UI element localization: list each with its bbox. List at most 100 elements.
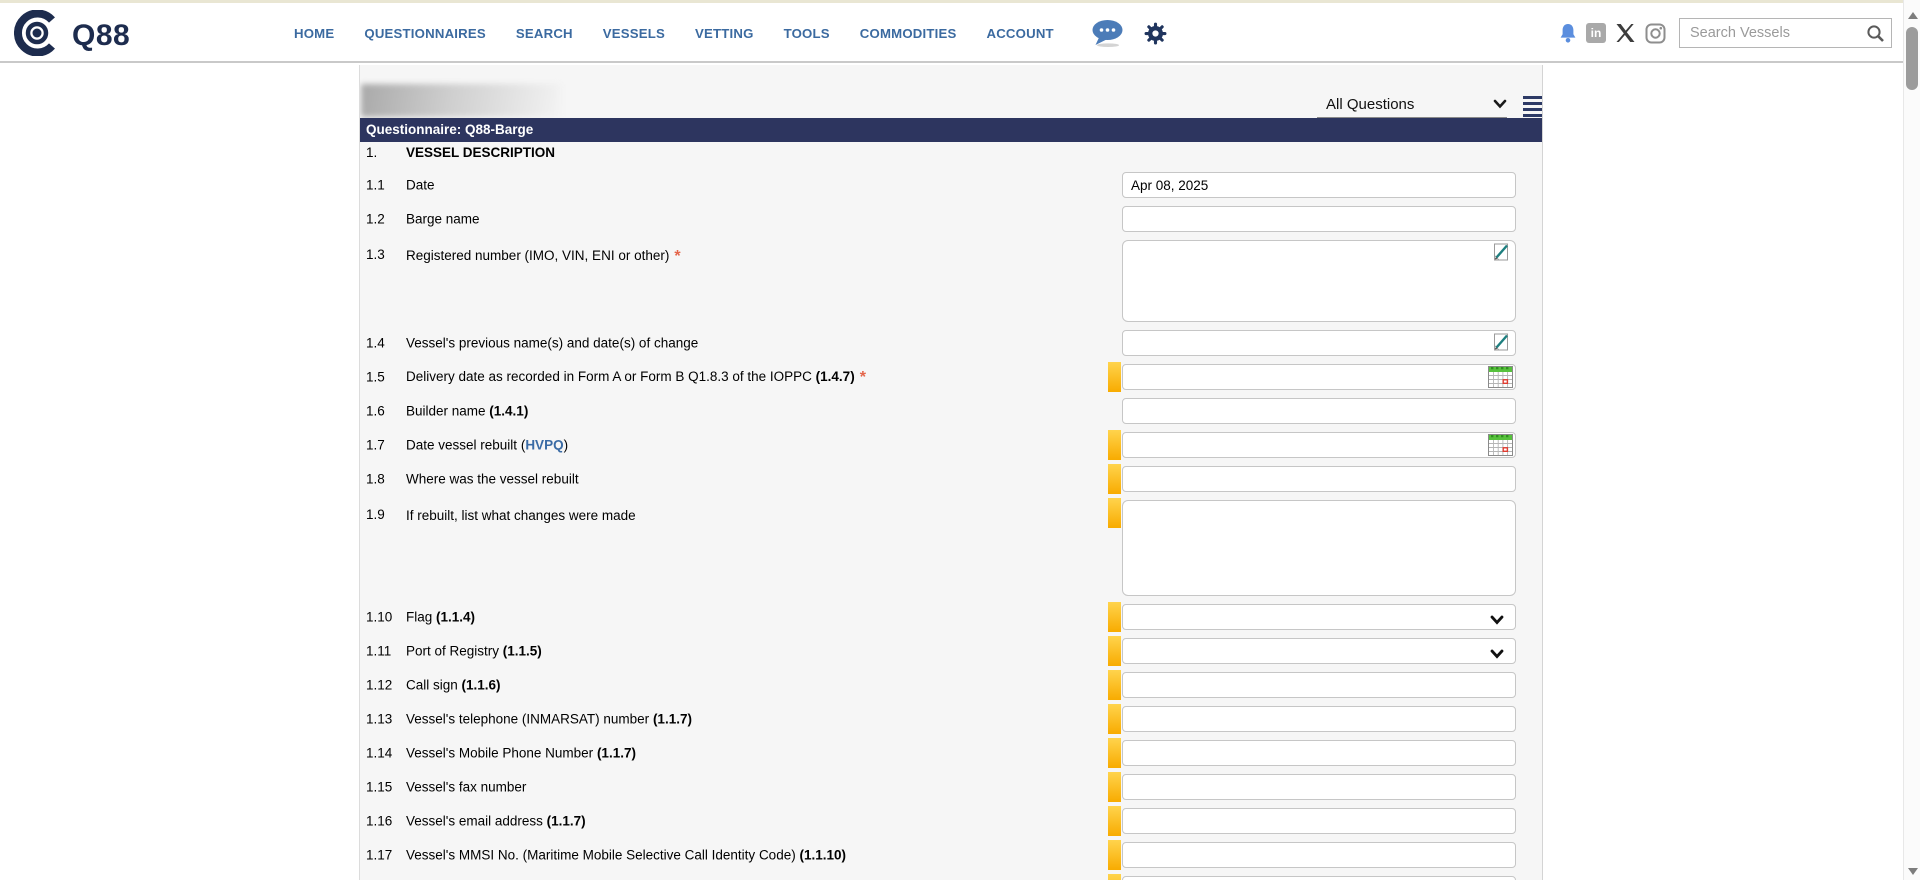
question-row: 1.8 Where was the vessel rebuilt [360,466,1542,492]
edit-note-icon[interactable] [1491,242,1511,267]
pending-field-marker [1108,806,1121,836]
question-filter-select[interactable]: All Questions [1317,91,1507,118]
q-1.11-select[interactable] [1122,638,1516,664]
q-1.12-input[interactable] [1122,672,1516,698]
q-1.17-input[interactable] [1122,842,1516,868]
q-1.7-date-input[interactable] [1122,432,1516,458]
notification-bell-icon[interactable] [1559,23,1577,44]
question-row: 1.6 Builder name (1.4.1) [360,398,1542,424]
question-number: 1.14 [366,746,392,761]
pending-field-marker [1108,464,1121,494]
nav-item-commodities[interactable]: COMMODITIES [860,26,957,41]
nav-item-home[interactable]: HOME [294,26,334,41]
q-1.6-input[interactable] [1122,398,1516,424]
page-scrollbar[interactable] [1903,0,1920,880]
nav-item-vessels[interactable]: VESSELS [603,26,665,41]
question-row: 1.2Barge name [360,206,1542,232]
nav-item-account[interactable]: ACCOUNT [986,26,1053,41]
logo-text: Q88 [72,19,130,53]
nav-item-vetting[interactable]: VETTING [695,26,754,41]
pending-field-marker [1108,840,1121,870]
question-row: 1.1Date [360,172,1542,198]
section-title: VESSEL DESCRIPTION [406,145,555,160]
pending-field-marker [1108,362,1121,392]
pending-field-marker [1108,874,1121,880]
scrollbar-down-arrow-icon[interactable] [1908,868,1918,875]
question-row: 1.13Vessel's telephone (INMARSAT) number… [360,706,1542,732]
pending-field-marker [1108,704,1121,734]
calendar-icon[interactable] [1488,366,1513,393]
chat-bubble-icon[interactable] [1090,19,1126,48]
question-row: 1.16 Vessel's email address (1.1.7) [360,808,1542,834]
q-1.15-input[interactable] [1122,774,1516,800]
question-number: 1.2 [366,212,385,227]
q88-logo[interactable]: Q88 [14,10,130,61]
question-label: Builder name (1.4.1) [406,403,1066,420]
section-heading: 1. VESSEL DESCRIPTION [360,145,1542,165]
hamburger-menu-icon[interactable] [1523,96,1543,120]
calendar-icon[interactable] [1488,434,1513,461]
question-number: 1.6 [366,404,385,419]
question-number: 1.5 [366,370,385,385]
question-label: Where was the vessel rebuilt [406,471,1066,488]
q-1.1-input[interactable] [1122,172,1516,198]
pending-field-marker [1108,602,1121,632]
q-1.9-textarea[interactable] [1122,500,1516,596]
search-vessels-input[interactable] [1679,18,1892,48]
question-row: 1.5 Delivery date as recorded in Form A o… [360,364,1542,390]
edit-note-icon[interactable] [1491,332,1511,357]
q-1.13-input[interactable] [1122,706,1516,732]
question-label: Registered number (IMO, VIN, ENI or othe… [406,247,1066,265]
question-label: Vessel's MMSI No. (Maritime Mobile Selec… [406,847,1066,864]
question-crossref: (1.1.6) [458,678,501,693]
nav-item-search[interactable]: SEARCH [516,26,573,41]
question-row: 1.14 Vessel's Mobile Phone Number (1.1.7) [360,740,1542,766]
required-asterisk: * [860,369,866,386]
q-1.2-input[interactable] [1122,206,1516,232]
scrollbar-up-arrow-icon[interactable] [1908,12,1918,19]
question-number: 1.8 [366,472,385,487]
q-1.3-textarea[interactable] [1122,240,1516,322]
settings-gear-icon[interactable] [1143,21,1168,46]
pending-field-marker [1108,772,1121,802]
linkedin-icon[interactable]: in [1586,23,1606,43]
q-1.5-date-input[interactable] [1122,364,1516,390]
q-1.18-input[interactable] [1122,876,1516,880]
question-label: If rebuilt, list what changes were made [406,507,1066,524]
question-label: Vessel's email address (1.1.7) [406,813,1066,830]
hvpq-link[interactable]: HVPQ [525,438,563,453]
question-label: Date [406,177,1066,194]
nav-menu: HOME QUESTIONNAIRES SEARCH VESSELS VETTING TO… [294,3,1054,63]
question-row: 1.10Flag (1.1.4) [360,604,1542,630]
instagram-icon[interactable] [1645,23,1666,44]
magnifier-icon[interactable] [1866,24,1885,48]
question-crossref: (1.1.7) [649,712,692,727]
question-label: Port of Registry (1.1.5) [406,643,1066,660]
x-social-icon[interactable] [1615,23,1636,43]
q-1.8-input[interactable] [1122,466,1516,492]
nav-item-questionnaires[interactable]: QUESTIONNAIRES [364,26,486,41]
top-nav-bar: Q88 HOME QUESTIONNAIRES SEARCH VESSELS VETTI… [0,3,1920,63]
q-1.10-select[interactable] [1122,604,1516,630]
question-number: 1.16 [366,814,392,829]
question-number: 1.7 [366,438,385,453]
q-1.16-input[interactable] [1122,808,1516,834]
q-1.14-input[interactable] [1122,740,1516,766]
question-label: Flag (1.1.4) [406,609,1066,626]
nav-item-tools[interactable]: TOOLS [784,26,830,41]
pending-field-marker [1108,498,1121,528]
question-row: 1.3 Registered number (IMO, VIN, ENI or o… [360,240,1542,322]
q-1.4-input[interactable] [1122,330,1516,356]
question-number: 1.3 [366,247,385,262]
question-number: 1.11 [366,644,391,659]
question-number: 1.12 [366,678,392,693]
pending-field-marker [1108,636,1121,666]
question-row: 1.4Vessel's previous name(s) and date(s)… [360,330,1542,356]
question-label: Vessel's Mobile Phone Number (1.1.7) [406,745,1066,762]
chevron-down-icon [1493,99,1507,109]
required-asterisk: * [674,248,680,265]
question-crossref: (1.1.5) [499,644,542,659]
scrollbar-thumb[interactable] [1906,27,1918,90]
question-crossref: (1.4.1) [486,404,529,419]
question-label: Delivery date as recorded in Form A or F… [406,368,1066,386]
